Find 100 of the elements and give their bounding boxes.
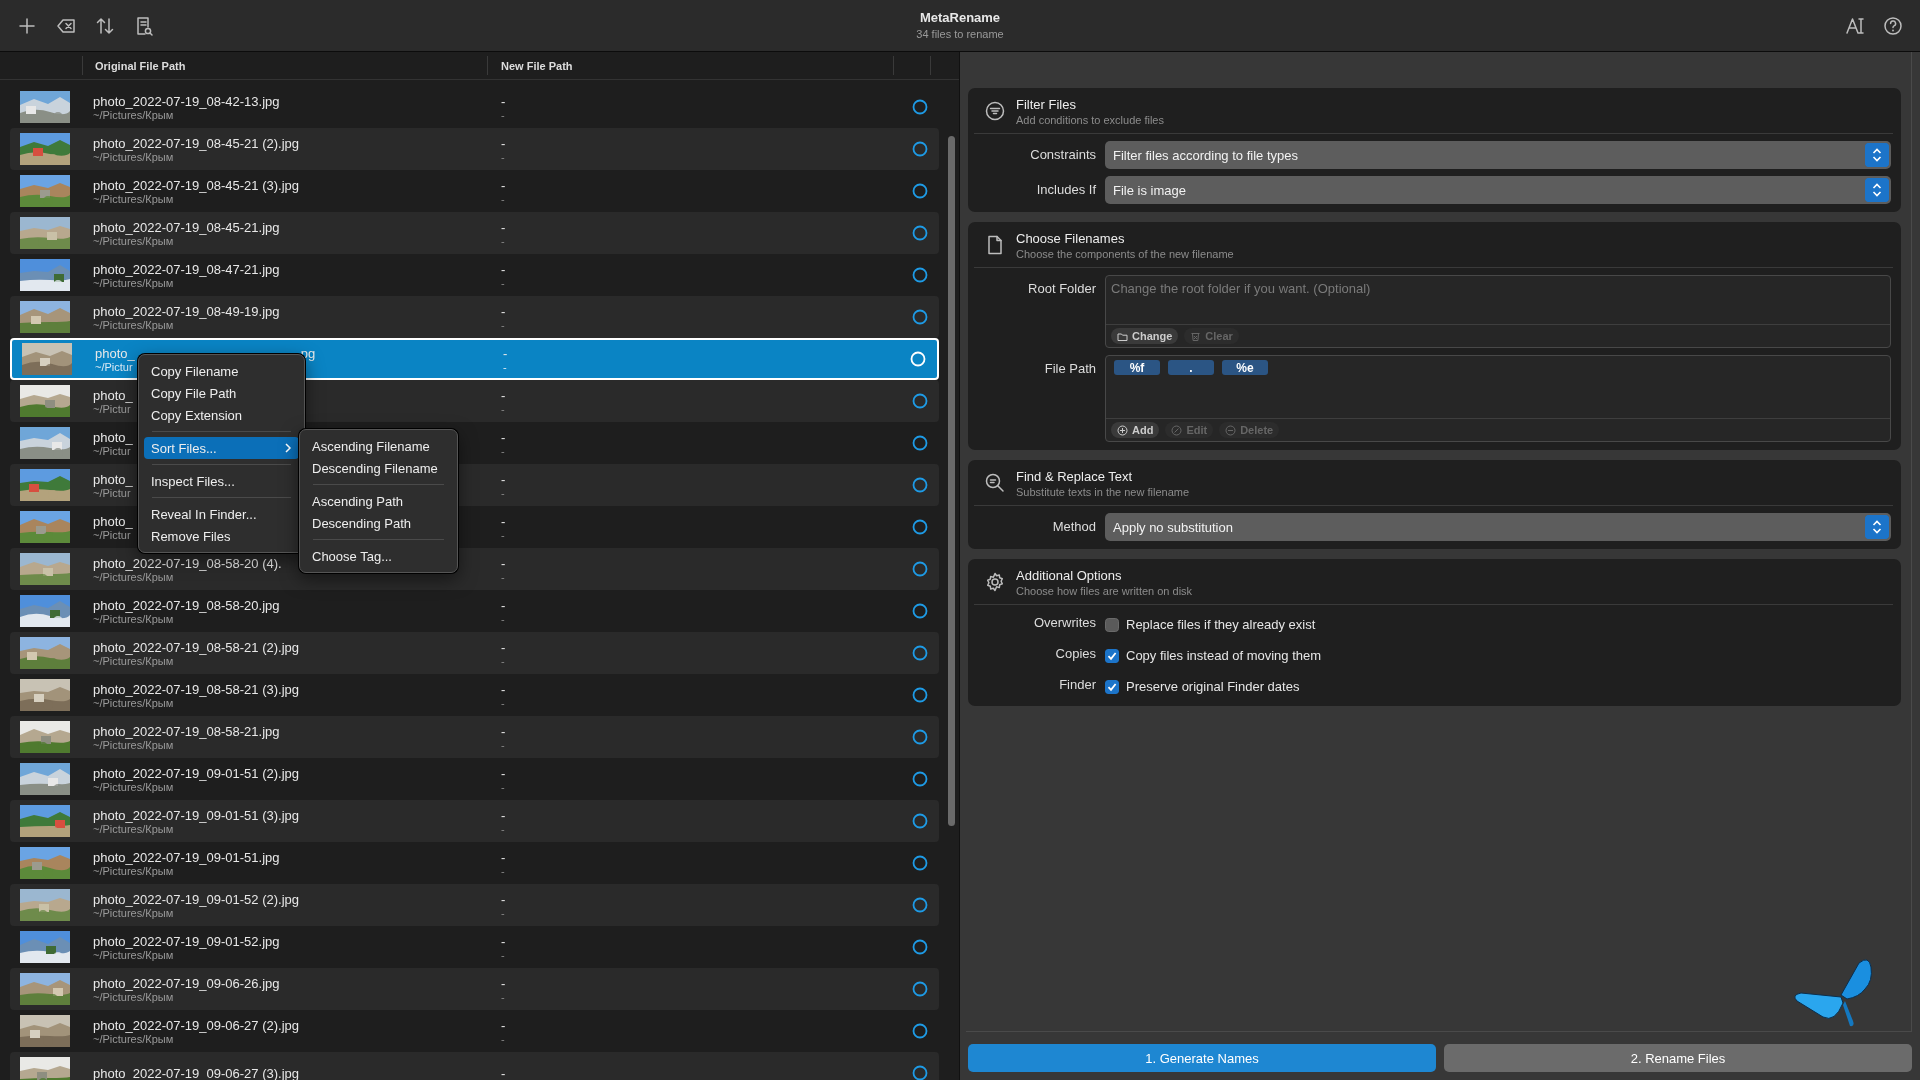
file-name: photo_ [93, 513, 133, 529]
field-label: File Path [1043, 360, 1097, 378]
file-folder: ~/Pictur [93, 444, 131, 457]
file-folder: ~/Pictures/Крым [93, 948, 174, 961]
new-file-folder: - [503, 360, 508, 373]
checkbox-label: Preserve original Finder dates [1126, 678, 1300, 696]
file-name: photo_2022-07-19_08-58-20.jpg [93, 597, 280, 613]
file-folder: ~/Pictur [93, 402, 131, 415]
field-label: Root Folder [1027, 280, 1097, 298]
new-file-name: - [501, 135, 507, 151]
file-name: photo_2022-07-19_08-45-21 (2).jpg [93, 135, 299, 151]
file-name: photo_2022-07-19_08-45-21 (3).jpg [93, 177, 299, 193]
file-folder: ~/Pictures/Крым [93, 864, 174, 877]
file-folder: ~/Pictures/Крым [93, 234, 174, 247]
new-file-name: - [501, 93, 507, 109]
section-title: Filter Files [1016, 97, 1077, 112]
file-folder: ~/Pictures/Крым [93, 738, 174, 751]
new-file-name: - [501, 1065, 507, 1080]
field-label: Copies [1054, 645, 1097, 663]
new-file-folder: - [501, 318, 506, 331]
new-file-name: - [501, 1017, 507, 1033]
new-file-name: - [501, 807, 507, 823]
file-name: photo_ [95, 345, 135, 361]
new-file-name: - [501, 219, 507, 235]
file-folder: ~/Pictures/Крым [93, 654, 174, 667]
file-folder: ~/Pictur [93, 486, 131, 499]
file-folder: ~/Pictures/Крым [93, 150, 174, 163]
new-file-folder: - [501, 108, 506, 121]
new-file-folder: - [501, 612, 506, 625]
file-folder: ~/Pictures/Крым [93, 276, 174, 289]
section-title: Choose Filenames [1016, 231, 1126, 246]
file-name: photo_2022-07-19_09-01-51 (3).jpg [93, 807, 299, 823]
new-file-folder: - [501, 780, 506, 793]
new-file-name: - [501, 765, 507, 781]
file-name: photo_2022-07-19_09-01-51 (2).jpg [93, 765, 299, 781]
section-subtitle: Choose the components of the new filename [1016, 248, 1234, 260]
new-file-folder: - [501, 276, 506, 289]
field-label: Overwrites [1032, 614, 1097, 632]
file-name: photo_2022-07-19_09-06-27 (3).jpg [93, 1065, 299, 1080]
file-folder: ~/Pictures/Крым [93, 570, 174, 583]
file-folder: ~/Pictures/Крым [93, 906, 174, 919]
new-file-folder: - [501, 192, 506, 205]
new-file-folder: - [501, 1032, 506, 1045]
new-file-folder: - [501, 948, 506, 961]
checkbox-label: Copy files instead of moving them [1126, 647, 1322, 665]
file-name: photo_2022-07-19_08-42-13.jpg [93, 93, 280, 109]
file-name: photo_2022-07-19_08-58-20 (4). [93, 555, 282, 571]
new-file-name: - [503, 345, 509, 361]
file-count: 34 files to rename [916, 28, 1004, 40]
file-name: photo_2022-07-19_08-47-21.jpg [93, 261, 280, 277]
new-file-folder: - [501, 528, 506, 541]
file-folder: ~/Pictures/Крым [93, 192, 174, 205]
file-folder: ~/Pictures/Крым [93, 612, 174, 625]
new-file-folder: - [501, 906, 506, 919]
new-file-folder: - [501, 654, 506, 667]
file-name: photo_2022-07-19_08-58-21 (3).jpg [93, 681, 299, 697]
section-title: Additional Options [1016, 568, 1123, 583]
file-name: photo_2022-07-19_09-01-52.jpg [93, 933, 280, 949]
new-file-name: - [501, 723, 507, 739]
file-name: photo_2022-07-19_09-06-27 (2).jpg [93, 1017, 299, 1033]
new-file-folder: - [501, 864, 506, 877]
file-name: photo_2022-07-19_09-01-52 (2).jpg [93, 891, 299, 907]
checkbox-label: Replace files if they already exist [1126, 616, 1316, 634]
new-file-folder: - [501, 738, 506, 751]
new-file-name: - [501, 513, 507, 529]
new-file-name: - [501, 177, 507, 193]
field-label: Method [1051, 518, 1097, 536]
file-folder: ~/Pictures/Крым [93, 696, 174, 709]
new-file-folder: - [501, 234, 506, 247]
new-file-folder: - [501, 150, 506, 163]
file-folder: ~/Pictur [93, 528, 131, 541]
new-file-name: - [501, 681, 507, 697]
new-file-name: - [501, 933, 507, 949]
file-name: photo_2022-07-19_08-58-21 (2).jpg [93, 639, 299, 655]
file-name: photo_2022-07-19_08-45-21.jpg [93, 219, 280, 235]
file-folder: ~/Pictures/Крым [93, 990, 174, 1003]
new-file-name: - [501, 261, 507, 277]
new-file-folder: - [501, 822, 506, 835]
new-file-folder: - [501, 990, 506, 1003]
new-file-name: - [501, 387, 507, 403]
new-file-name: - [501, 849, 507, 865]
file-folder: ~/Pictures/Крым [93, 780, 174, 793]
file-name: photo_ [93, 471, 133, 487]
new-file-name: - [501, 303, 507, 319]
section-subtitle: Substitute texts in the new filename [1016, 486, 1190, 498]
new-file-folder: - [501, 570, 506, 583]
new-file-name: - [501, 471, 507, 487]
file-folder: ~/Pictur [95, 360, 133, 373]
new-file-name: - [501, 597, 507, 613]
file-name: photo_2022-07-19_09-01-51.jpg [93, 849, 280, 865]
file-name: photo_ [93, 429, 133, 445]
field-label: Constraints [1029, 146, 1097, 164]
new-file-name: - [501, 975, 507, 991]
new-file-folder: - [501, 444, 506, 457]
file-folder: ~/Pictures/Крым [93, 1032, 174, 1045]
new-file-name: - [501, 639, 507, 655]
file-folder: ~/Pictures/Крым [93, 822, 174, 835]
file-name: photo_2022-07-19_09-06-26.jpg [93, 975, 280, 991]
field-label: Finder [1058, 676, 1097, 694]
file-folder: ~/Pictures/Крым [93, 108, 174, 121]
